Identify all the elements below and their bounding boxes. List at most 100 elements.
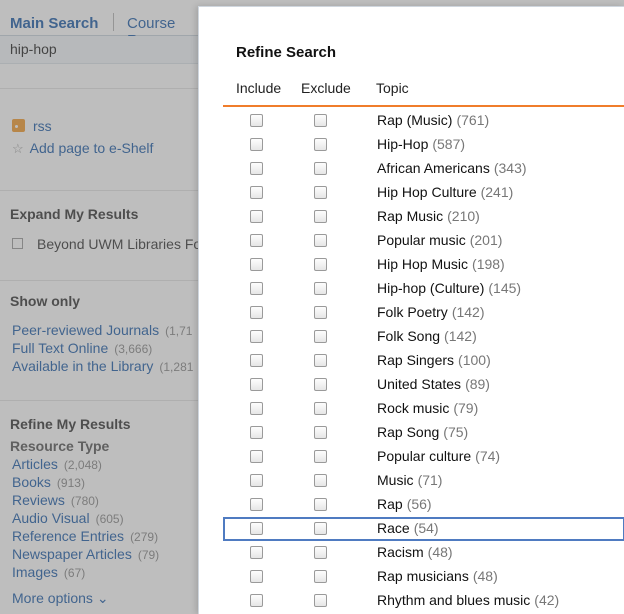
exclude-checkbox[interactable] — [314, 402, 327, 415]
include-checkbox[interactable] — [250, 186, 263, 199]
include-checkbox[interactable] — [250, 570, 263, 583]
exclude-checkbox[interactable] — [314, 546, 327, 559]
topic-label: African Americans (343) — [377, 160, 527, 176]
topic-row[interactable]: Music (71) — [223, 469, 624, 493]
topic-name: Music — [377, 472, 414, 488]
exclude-checkbox[interactable] — [314, 330, 327, 343]
column-header-include: Include — [236, 80, 282, 96]
topic-label: Popular culture (74) — [377, 448, 500, 464]
column-header-exclude: Exclude — [301, 80, 351, 96]
include-checkbox[interactable] — [250, 402, 263, 415]
include-checkbox[interactable] — [250, 210, 263, 223]
topic-name: African Americans — [377, 160, 490, 176]
refine-search-dialog: Refine Search Include Exclude Topic Rap … — [198, 6, 624, 614]
include-checkbox[interactable] — [250, 162, 263, 175]
topic-row[interactable]: Rap (56) — [223, 493, 624, 517]
exclude-checkbox[interactable] — [314, 210, 327, 223]
topic-name: Rhythm and blues music — [377, 592, 531, 608]
include-checkbox[interactable] — [250, 354, 263, 367]
topic-name: Rap Music — [377, 208, 444, 224]
topic-label: Popular music (201) — [377, 232, 502, 248]
topic-row[interactable]: Rhythm and blues music (42) — [223, 589, 624, 613]
topic-row[interactable]: Folk Poetry (142) — [223, 301, 624, 325]
topic-row[interactable]: Hip-hop (Culture) (145) — [223, 277, 624, 301]
topic-count: (198) — [472, 256, 505, 272]
topic-count: (100) — [458, 352, 491, 368]
header-divider — [223, 105, 624, 107]
topic-name: Hip Hop Music — [377, 256, 469, 272]
exclude-checkbox[interactable] — [314, 354, 327, 367]
exclude-checkbox[interactable] — [314, 282, 327, 295]
topic-name: Rap Song — [377, 424, 440, 440]
exclude-checkbox[interactable] — [314, 378, 327, 391]
topic-label: Hip-Hop (587) — [377, 136, 465, 152]
topic-name: United States — [377, 376, 462, 392]
topic-row[interactable]: Rap (Music) (761) — [223, 109, 624, 133]
topic-row[interactable]: Popular culture (74) — [223, 445, 624, 469]
exclude-checkbox[interactable] — [314, 186, 327, 199]
topic-label: Rap (56) — [377, 496, 432, 512]
topic-row[interactable]: Popular music (201) — [223, 229, 624, 253]
topic-count: (343) — [493, 160, 527, 176]
exclude-checkbox[interactable] — [314, 426, 327, 439]
exclude-checkbox[interactable] — [314, 570, 327, 583]
include-checkbox[interactable] — [250, 258, 263, 271]
topic-label: Racism (48) — [377, 544, 453, 560]
exclude-checkbox[interactable] — [314, 306, 327, 319]
topic-row[interactable]: Rap Music (210) — [223, 205, 624, 229]
topic-row[interactable]: Race (54) — [223, 517, 624, 541]
topic-row[interactable]: Hip Hop Music (198) — [223, 253, 624, 277]
topic-row[interactable]: Hip Hop Culture (241) — [223, 181, 624, 205]
topic-count: (48) — [472, 568, 498, 584]
exclude-checkbox[interactable] — [314, 474, 327, 487]
include-checkbox[interactable] — [250, 306, 263, 319]
topic-name: Race — [377, 520, 410, 536]
topic-label: Folk Poetry (142) — [377, 304, 485, 320]
topic-name: Popular music — [377, 232, 466, 248]
topic-label: Hip Hop Culture (241) — [377, 184, 513, 200]
include-checkbox[interactable] — [250, 138, 263, 151]
exclude-checkbox[interactable] — [314, 594, 327, 607]
topic-row[interactable]: United States (89) — [223, 373, 624, 397]
exclude-checkbox[interactable] — [314, 498, 327, 511]
include-checkbox[interactable] — [250, 426, 263, 439]
topic-name: Folk Poetry — [377, 304, 448, 320]
topic-row[interactable]: Rap musicians (48) — [223, 565, 624, 589]
exclude-checkbox[interactable] — [314, 162, 327, 175]
topic-row[interactable]: Rap Singers (100) — [223, 349, 624, 373]
include-checkbox[interactable] — [250, 114, 263, 127]
topic-name: Racism — [377, 544, 424, 560]
topic-row[interactable]: Rock music (79) — [223, 397, 624, 421]
exclude-checkbox[interactable] — [314, 450, 327, 463]
column-header-topic: Topic — [376, 80, 409, 96]
include-checkbox[interactable] — [250, 234, 263, 247]
include-checkbox[interactable] — [250, 450, 263, 463]
include-checkbox[interactable] — [250, 282, 263, 295]
include-checkbox[interactable] — [250, 522, 263, 535]
include-checkbox[interactable] — [250, 330, 263, 343]
exclude-checkbox[interactable] — [314, 522, 327, 535]
topic-count: (142) — [444, 328, 477, 344]
include-checkbox[interactable] — [250, 474, 263, 487]
topic-row[interactable]: Folk Song (142) — [223, 325, 624, 349]
topic-name: Hip-Hop — [377, 136, 429, 152]
topic-row[interactable]: Rap Song (75) — [223, 421, 624, 445]
topic-count: (587) — [432, 136, 466, 152]
topic-row[interactable]: African Americans (343) — [223, 157, 624, 181]
include-checkbox[interactable] — [250, 546, 263, 559]
exclude-checkbox[interactable] — [314, 234, 327, 247]
include-checkbox[interactable] — [250, 498, 263, 511]
topic-count: (42) — [534, 592, 560, 608]
topic-name: Hip-hop (Culture) — [377, 280, 485, 296]
exclude-checkbox[interactable] — [314, 114, 327, 127]
topic-count: (71) — [417, 472, 443, 488]
topic-row[interactable]: Racism (48) — [223, 541, 624, 565]
topic-name: Popular culture — [377, 448, 472, 464]
exclude-checkbox[interactable] — [314, 138, 327, 151]
exclude-checkbox[interactable] — [314, 258, 327, 271]
dialog-title: Refine Search — [236, 44, 337, 61]
topic-row[interactable]: Hip-Hop (587) — [223, 133, 624, 157]
include-checkbox[interactable] — [250, 378, 263, 391]
topic-count: (210) — [447, 208, 480, 224]
include-checkbox[interactable] — [250, 594, 263, 607]
